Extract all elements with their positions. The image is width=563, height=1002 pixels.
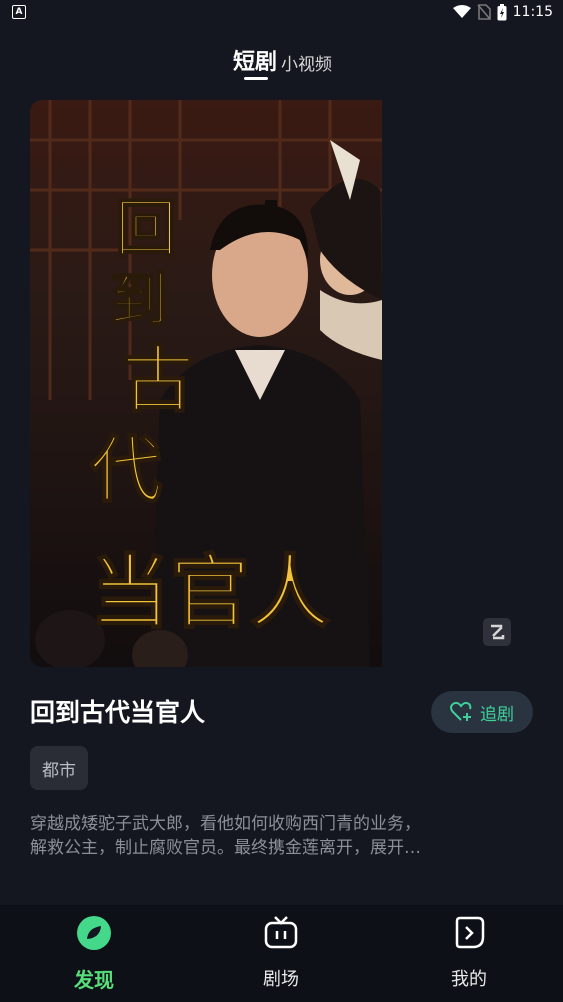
- status-bar: A 11:15: [0, 0, 563, 24]
- nav-mine-label: 我的: [451, 969, 487, 990]
- nav-theater-label: 剧场: [263, 969, 299, 990]
- wifi-icon: [452, 5, 471, 18]
- follow-label: 追剧: [480, 704, 514, 725]
- drama-poster[interactable]: 回 到 古 代 当官人: [30, 100, 382, 667]
- notification-a-icon: A: [12, 5, 26, 19]
- genre-tag[interactable]: 都市: [30, 746, 88, 790]
- clock: 11:15: [512, 4, 553, 20]
- nav-discover-label: 发现: [74, 968, 114, 992]
- nav-theater[interactable]: 剧场: [221, 905, 341, 1002]
- poster-text-3: 古: [122, 337, 194, 422]
- battery-charging-icon: [497, 3, 507, 20]
- tab-short-drama[interactable]: 短剧: [233, 44, 277, 76]
- bottom-nav: 发现 剧场 我的: [0, 905, 563, 1002]
- drama-title: 回到古代当官人: [30, 698, 206, 727]
- discover-icon: [77, 916, 111, 950]
- heart-plus-icon: [450, 701, 472, 721]
- no-sim-icon: [477, 4, 491, 20]
- status-icons: 11:15: [452, 3, 553, 21]
- play-badge-icon: [455, 916, 485, 949]
- top-tabs: 短剧 小视频: [0, 42, 563, 82]
- description-line-2: 解救公主，制止腐败官员。最终携金莲离开，展开…: [30, 838, 421, 858]
- poster-text-4: 代: [89, 427, 162, 512]
- tv-icon: [264, 916, 298, 949]
- nav-mine[interactable]: 我的: [409, 905, 529, 1002]
- follow-drama-button[interactable]: 追剧: [431, 691, 533, 733]
- fullscreen-icon[interactable]: [482, 617, 512, 647]
- poster-text-2: 到: [110, 266, 168, 334]
- tab-active-indicator: [244, 77, 268, 80]
- poster-text-1: 回: [115, 192, 177, 265]
- tab-short-video[interactable]: 小视频: [281, 50, 332, 75]
- nav-discover[interactable]: 发现: [34, 905, 154, 1002]
- poster-text-5: 当官人: [90, 545, 330, 639]
- poster-image: 回 到 古 代 当官人: [30, 100, 382, 667]
- drama-description[interactable]: 穿越成矮驼子武大郎，看他如何收购西门青的业务， 解救公主，制止腐败官员。最终携金…: [30, 812, 520, 860]
- description-line-1: 穿越成矮驼子武大郎，看他如何收购西门青的业务，: [30, 814, 421, 834]
